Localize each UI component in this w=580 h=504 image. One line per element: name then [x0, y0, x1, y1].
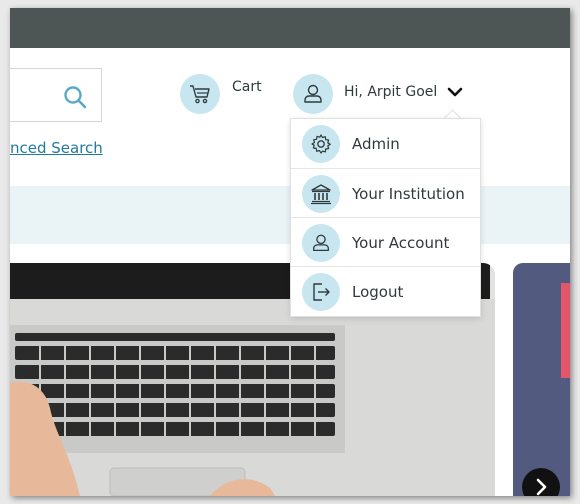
- user-greeting: Hi, Arpit Goel: [344, 84, 438, 100]
- institution-icon: [302, 174, 340, 213]
- search-input[interactable]: [10, 68, 102, 122]
- user-menu-toggle[interactable]: Hi, Arpit Goel: [293, 74, 463, 114]
- search-icon: [64, 86, 87, 109]
- cart-label: Cart: [232, 79, 262, 95]
- chevron-down-icon: [447, 87, 463, 97]
- card-accent-stripe: [561, 283, 570, 378]
- top-bar: [10, 8, 570, 48]
- advanced-search-link[interactable]: nced Search: [10, 139, 103, 157]
- menu-label-your-account: Your Account: [352, 233, 450, 252]
- menu-item-your-account[interactable]: Your Account: [291, 217, 480, 267]
- logout-icon: [302, 272, 340, 311]
- menu-item-your-institution[interactable]: Your Institution: [291, 168, 480, 218]
- menu-item-logout[interactable]: Logout: [291, 266, 480, 316]
- cart-button[interactable]: Cart: [180, 74, 262, 114]
- menu-item-admin[interactable]: Admin: [291, 119, 480, 168]
- menu-label-admin: Admin: [352, 134, 400, 153]
- cart-icon: [180, 74, 220, 114]
- user-icon: [293, 74, 333, 114]
- menu-label-logout: Logout: [352, 282, 404, 301]
- search-button[interactable]: [59, 81, 91, 113]
- user-dropdown-menu: Admin Your Institution Your Account Logo…: [290, 118, 481, 317]
- gear-icon: [302, 124, 340, 163]
- browser-viewport: nced Search Cart Hi, Arpit Goel Admin Yo…: [10, 8, 570, 496]
- menu-label-your-institution: Your Institution: [352, 184, 465, 203]
- chevron-right-icon: [536, 478, 547, 496]
- user-icon: [302, 223, 340, 262]
